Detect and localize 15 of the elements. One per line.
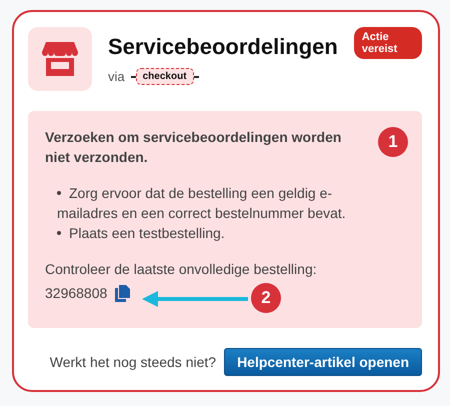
- order-label: Controleer de laatste onvolledige bestelling:: [45, 260, 318, 279]
- via-label: via: [108, 69, 125, 84]
- order-number: 32968808: [45, 284, 108, 303]
- card-title: Servicebeoordelingen: [108, 34, 338, 60]
- help-question: Werkt het nog steeds niet?: [50, 354, 216, 370]
- copy-icon[interactable]: [115, 284, 130, 302]
- bullet-item: Zorg ervoor dat de bestelling een geldig e-mailadres en een correct bestelnummer bevat.: [57, 183, 387, 223]
- source-tag: checkout: [136, 68, 194, 85]
- bullet-item: Plaats een testbestelling.: [57, 223, 387, 243]
- help-article-button[interactable]: Helpcenter-artikel openen: [224, 348, 422, 376]
- alert-heading: Verzoeken om servicebeoordelingen worden niet verzonden.: [45, 128, 342, 167]
- annotation-number: 1: [378, 127, 408, 157]
- status-badge: Actie vereist: [354, 27, 422, 59]
- store-icon: [42, 42, 78, 76]
- annotation-number: 2: [251, 283, 281, 313]
